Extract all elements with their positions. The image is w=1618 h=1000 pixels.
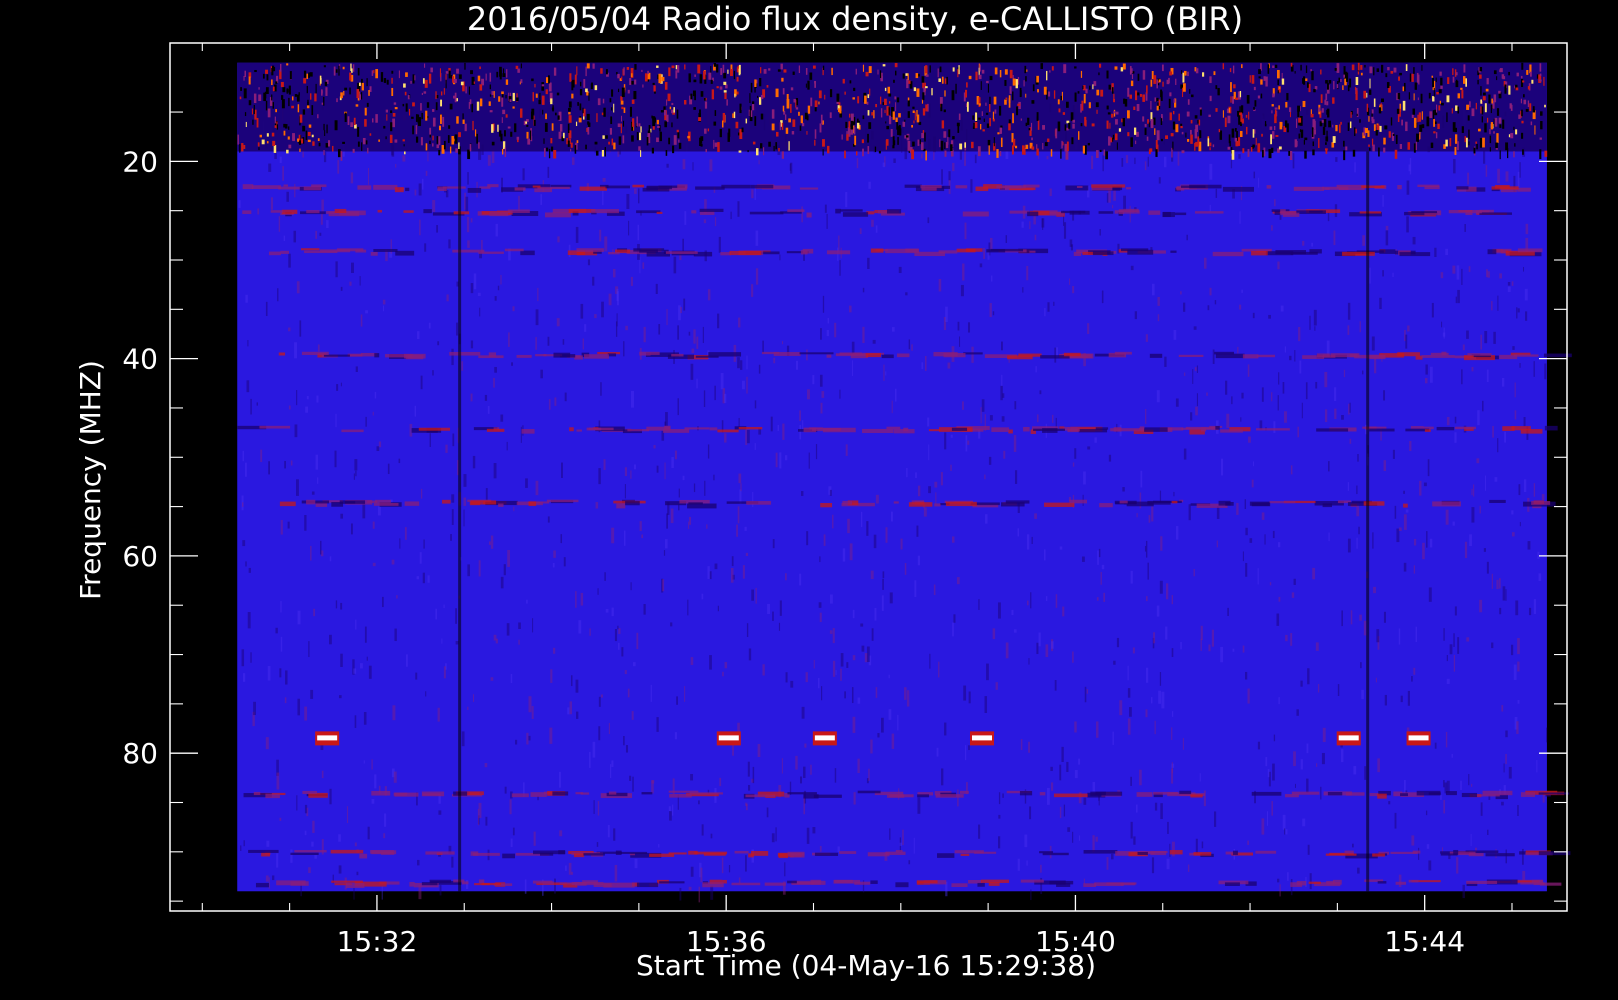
plot-area (237, 62, 1572, 903)
y-axis-label: Frequency (MHZ) (74, 360, 107, 600)
burst-core (718, 735, 739, 741)
burst-core (1338, 735, 1359, 741)
y-tick-label: 20 (122, 145, 158, 178)
x-tick-label: 15:32 (337, 925, 418, 958)
spectrogram-heatmap (237, 62, 1572, 903)
y-tick-label: 80 (122, 737, 158, 770)
chart-title: 2016/05/04 Radio flux density, e-CALLIST… (467, 0, 1243, 38)
spectrogram-chart: 2016/05/04 Radio flux density, e-CALLIST… (0, 0, 1618, 1000)
top-interference-band (237, 62, 1548, 161)
burst-core (317, 735, 338, 741)
burst-core (814, 735, 835, 741)
y-tick-label: 40 (122, 343, 158, 376)
y-tick-label: 60 (122, 540, 158, 573)
burst-core (972, 735, 993, 741)
x-axis-label: Start Time (04-May-16 15:29:38) (636, 949, 1096, 982)
x-tick-label: 15:44 (1384, 925, 1465, 958)
burst-core (1408, 735, 1429, 741)
